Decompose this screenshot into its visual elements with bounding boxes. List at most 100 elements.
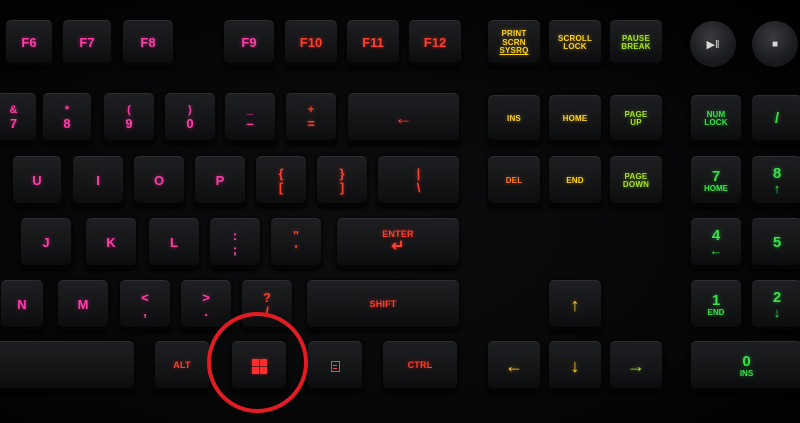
key-label: 8	[63, 115, 71, 131]
key-right-shift[interactable]: SHIFT	[306, 279, 460, 331]
key-right-alt[interactable]: ALT	[154, 340, 210, 392]
key-f7[interactable]: F7	[62, 19, 112, 67]
up-arrow-icon: ↑	[773, 181, 781, 197]
key-f6[interactable]: F6	[5, 19, 53, 67]
media-stop-button[interactable]: ■	[752, 21, 798, 67]
key-p[interactable]: P	[194, 155, 246, 207]
key-label: –	[246, 115, 254, 131]
key-right-ctrl[interactable]: CTRL	[382, 340, 458, 392]
key-period[interactable]: >.	[180, 279, 232, 331]
key-label: LOCK	[704, 118, 728, 127]
key-comma[interactable]: <,	[119, 279, 171, 331]
key-pause-break[interactable]: PAUSE BREAK	[609, 19, 663, 67]
key-label: CTRL	[407, 360, 433, 371]
key-label: F10	[299, 35, 323, 51]
key-spacebar[interactable]	[0, 340, 135, 392]
key-page-up[interactable]: PAGE UP	[609, 94, 663, 144]
key-label: SYSRQ	[499, 46, 529, 56]
key-left-bracket[interactable]: {[	[255, 155, 307, 207]
key-l[interactable]: L	[148, 217, 200, 269]
key-num-lock[interactable]: NUM LOCK	[690, 94, 742, 144]
key-i[interactable]: I	[72, 155, 124, 207]
key-right-bracket[interactable]: }]	[316, 155, 368, 207]
key-arrow-right[interactable]: →	[609, 340, 663, 392]
key-9[interactable]: (9	[103, 92, 155, 144]
key-quote[interactable]: " '	[270, 217, 322, 269]
key-label: ;	[232, 242, 238, 257]
key-label: 7	[9, 115, 18, 131]
key-print-screen[interactable]: PRINT SCRN SYSRQ	[487, 19, 541, 67]
key-f12[interactable]: F12	[408, 19, 462, 67]
key-o[interactable]: O	[133, 155, 185, 207]
key-label: END	[566, 175, 584, 185]
key-label: O	[153, 173, 165, 189]
key-m[interactable]: M	[57, 279, 109, 331]
key-equal[interactable]: + =	[285, 92, 337, 144]
key-label: I	[96, 173, 100, 189]
key-label: <	[141, 290, 149, 306]
key-label: F7	[79, 35, 95, 51]
key-7[interactable]: & 7	[0, 92, 37, 144]
media-play-pause-button[interactable]: ▶ǁ	[690, 21, 736, 67]
key-arrow-up[interactable]: ↑	[548, 279, 602, 331]
key-label: .	[204, 304, 208, 319]
key-label: /	[774, 110, 780, 128]
key-label: HOME	[704, 183, 728, 193]
key-arrow-left[interactable]: ←	[487, 340, 541, 392]
key-u[interactable]: U	[12, 155, 62, 207]
key-numpad-1[interactable]: 1 END	[690, 279, 742, 331]
play-pause-icon: ▶ǁ	[706, 38, 720, 51]
key-label: ]	[339, 180, 345, 195]
key-arrow-down[interactable]: ↓	[548, 340, 602, 392]
key-k[interactable]: K	[85, 217, 137, 269]
key-label: INS	[507, 113, 521, 123]
key-numpad-4[interactable]: 4 ←	[690, 217, 742, 269]
key-n[interactable]: N	[0, 279, 44, 331]
key-scroll-lock[interactable]: SCROLL LOCK	[548, 19, 602, 67]
key-home[interactable]: HOME	[548, 94, 602, 144]
key-label: BREAK	[621, 42, 651, 51]
key-menu[interactable]	[307, 340, 363, 392]
key-label: F11	[362, 35, 384, 51]
key-enter[interactable]: ENTER ↵	[336, 217, 460, 269]
key-delete[interactable]: DEL	[487, 155, 541, 207]
left-arrow-icon: ←	[505, 355, 523, 376]
key-8[interactable]: * 8	[42, 92, 92, 144]
key-f10[interactable]: F10	[284, 19, 338, 67]
key-windows[interactable]	[231, 340, 287, 392]
key-numpad-8[interactable]: 8 ↑	[751, 155, 800, 207]
key-0[interactable]: ) 0	[164, 92, 216, 144]
key-f9[interactable]: F9	[223, 19, 275, 67]
down-arrow-icon: ↓	[773, 305, 781, 321]
key-label: [	[278, 180, 284, 195]
key-label: F12	[423, 35, 447, 51]
key-label: "	[292, 228, 300, 244]
key-label: 0	[186, 115, 194, 131]
key-label: '	[294, 242, 298, 257]
key-end[interactable]: END	[548, 155, 602, 207]
key-label: DEL	[505, 175, 523, 185]
key-insert[interactable]: INS	[487, 94, 541, 144]
key-minus[interactable]: _ –	[224, 92, 276, 144]
key-numpad-divide[interactable]: /	[751, 94, 800, 144]
key-label: ?	[263, 290, 271, 306]
key-label: M	[77, 297, 89, 313]
down-arrow-icon: ↓	[570, 355, 580, 376]
key-page-down[interactable]: PAGE DOWN	[609, 155, 663, 207]
key-backslash[interactable]: | \	[377, 155, 460, 207]
key-f11[interactable]: F11	[346, 19, 400, 67]
key-numpad-7[interactable]: 7 HOME	[690, 155, 742, 207]
key-label: 9	[125, 115, 133, 131]
key-backspace[interactable]: ←	[347, 92, 460, 144]
key-numpad-5[interactable]: 5	[751, 217, 800, 269]
key-numpad-2[interactable]: 2 ↓	[751, 279, 800, 331]
key-f8[interactable]: F8	[122, 19, 174, 67]
key-numpad-0[interactable]: 0 INS	[690, 340, 800, 392]
key-semicolon[interactable]: :;	[209, 217, 261, 269]
key-slash[interactable]: ? /	[241, 279, 293, 331]
key-label: UP	[630, 118, 642, 127]
key-label: END	[707, 307, 725, 317]
key-label: 1	[711, 291, 721, 309]
key-j[interactable]: J	[20, 217, 72, 269]
key-label: LOCK	[563, 42, 587, 51]
